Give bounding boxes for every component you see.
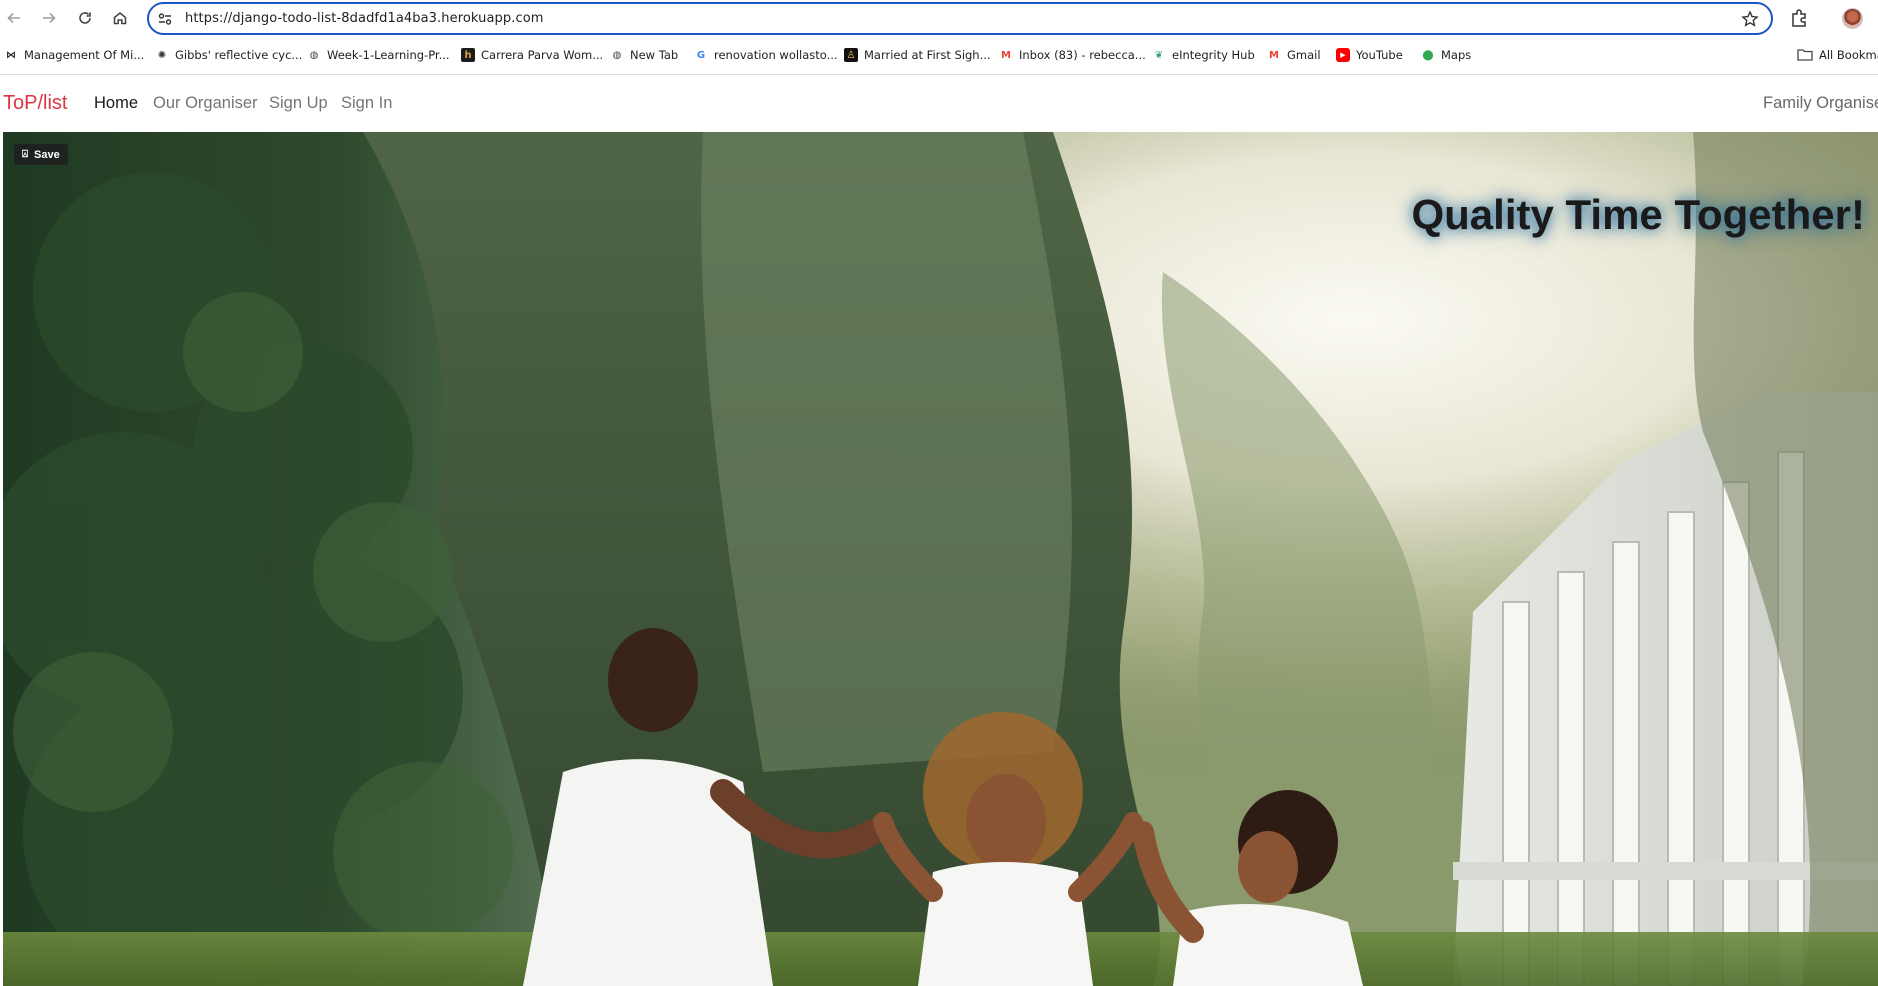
bookmark-item[interactable]: h Carrera Parva Wom... xyxy=(461,43,603,67)
site-settings-icon[interactable] xyxy=(157,11,173,27)
globe-icon: ◍ xyxy=(612,49,622,61)
bookmark-star-icon[interactable] xyxy=(1741,10,1759,28)
bookmark-item[interactable]: ◍ Week-1-Learning-Pr... xyxy=(307,43,450,67)
youtube-icon: ▶ xyxy=(1336,48,1350,62)
maps-pin-icon: ⬤ xyxy=(1422,49,1434,61)
bookmark-item[interactable]: ♙ Married at First Sigh... xyxy=(844,43,991,67)
leaf-icon: ❦ xyxy=(1154,49,1164,61)
save-label: Save xyxy=(34,148,60,161)
bookmark-label: New Tab xyxy=(630,48,679,62)
bookmark-item[interactable]: ⬤ Maps xyxy=(1421,43,1471,67)
bookmark-item[interactable]: ❦ eIntegrity Hub xyxy=(1152,43,1255,67)
h-logo-icon: h xyxy=(461,48,475,62)
browser-toolbar: https://django-todo-list-8dadfd1a4ba3.he… xyxy=(0,0,1878,37)
bookmark-label: renovation wollasto... xyxy=(714,48,838,62)
globe-icon: ◍ xyxy=(309,49,319,61)
bookmark-label: eIntegrity Hub xyxy=(1172,48,1255,62)
bookmark-item[interactable]: M Inbox (83) - rebecca... xyxy=(999,43,1146,67)
gmail-icon: M xyxy=(1269,49,1279,61)
save-image-button[interactable]: ⍓ Save xyxy=(14,144,68,165)
bookmark-label: Management Of Mi... xyxy=(24,48,145,62)
brand-logo[interactable]: ToP/list xyxy=(3,92,67,115)
bookmark-label: YouTube xyxy=(1356,48,1403,62)
gmail-icon: M xyxy=(1001,49,1011,61)
hero-title: Quality Time Together! xyxy=(1411,191,1865,238)
bookmark-item[interactable]: ◍ New Tab xyxy=(610,43,679,67)
folder-icon xyxy=(1797,49,1813,61)
bookmark-item[interactable]: ▶ YouTube xyxy=(1336,43,1403,67)
nav-family-organiser[interactable]: Family Organise xyxy=(1763,94,1878,113)
reload-button[interactable] xyxy=(73,6,97,30)
bookmark-item[interactable]: M Gmail xyxy=(1267,43,1321,67)
bookmark-item[interactable]: ⋈ Management Of Mi... xyxy=(4,43,144,67)
globe-dark-icon: ✺ xyxy=(157,49,167,61)
bookmark-label: Inbox (83) - rebecca... xyxy=(1019,48,1146,62)
nav-our-organiser[interactable]: Our Organiser xyxy=(153,94,258,113)
profile-avatar[interactable] xyxy=(1842,8,1863,29)
bookmark-item[interactable]: ✺ Gibbs' reflective cyc... xyxy=(155,43,303,67)
all-bookmarks[interactable]: All Bookma xyxy=(1797,43,1878,67)
bookmark-label: Maps xyxy=(1441,48,1472,62)
forward-button[interactable] xyxy=(37,6,61,30)
bookmark-label: Gibbs' reflective cyc... xyxy=(175,48,303,62)
bookmark-label: Week-1-Learning-Pr... xyxy=(327,48,450,62)
bookmark-label: Married at First Sigh... xyxy=(864,48,991,62)
butterfly-icon: ⋈ xyxy=(6,49,16,61)
nav-home[interactable]: Home xyxy=(94,94,138,113)
hero-image xyxy=(3,132,1878,986)
google-icon: G xyxy=(696,49,706,61)
extensions-icon[interactable] xyxy=(1788,7,1810,29)
home-icon xyxy=(113,12,127,25)
back-button[interactable] xyxy=(2,6,26,30)
bookmark-item[interactable]: G renovation wollasto... xyxy=(694,43,838,67)
pin-icon: ⍓ xyxy=(22,149,28,160)
arrow-left-icon xyxy=(7,12,20,24)
reload-icon xyxy=(79,12,91,24)
nav-sign-up[interactable]: Sign Up xyxy=(269,94,328,113)
nav-sign-in[interactable]: Sign In xyxy=(341,94,392,113)
home-button[interactable] xyxy=(108,6,132,30)
address-bar[interactable]: https://django-todo-list-8dadfd1a4ba3.he… xyxy=(147,2,1773,35)
arrow-right-icon xyxy=(43,12,56,24)
figure-icon: ♙ xyxy=(844,48,858,62)
url-text[interactable]: https://django-todo-list-8dadfd1a4ba3.he… xyxy=(185,11,544,26)
bookmarks-bar: ⋈ Management Of Mi... ✺ Gibbs' reflectiv… xyxy=(0,43,1878,67)
all-bookmarks-label: All Bookma xyxy=(1819,48,1878,62)
bookmark-label: Carrera Parva Wom... xyxy=(481,48,604,62)
site-navbar: ToP/list Home Our Organiser Sign Up Sign… xyxy=(0,75,1878,132)
hero-section: ⍓ Save Quality Time Together! xyxy=(3,132,1878,986)
bookmark-label: Gmail xyxy=(1287,48,1321,62)
